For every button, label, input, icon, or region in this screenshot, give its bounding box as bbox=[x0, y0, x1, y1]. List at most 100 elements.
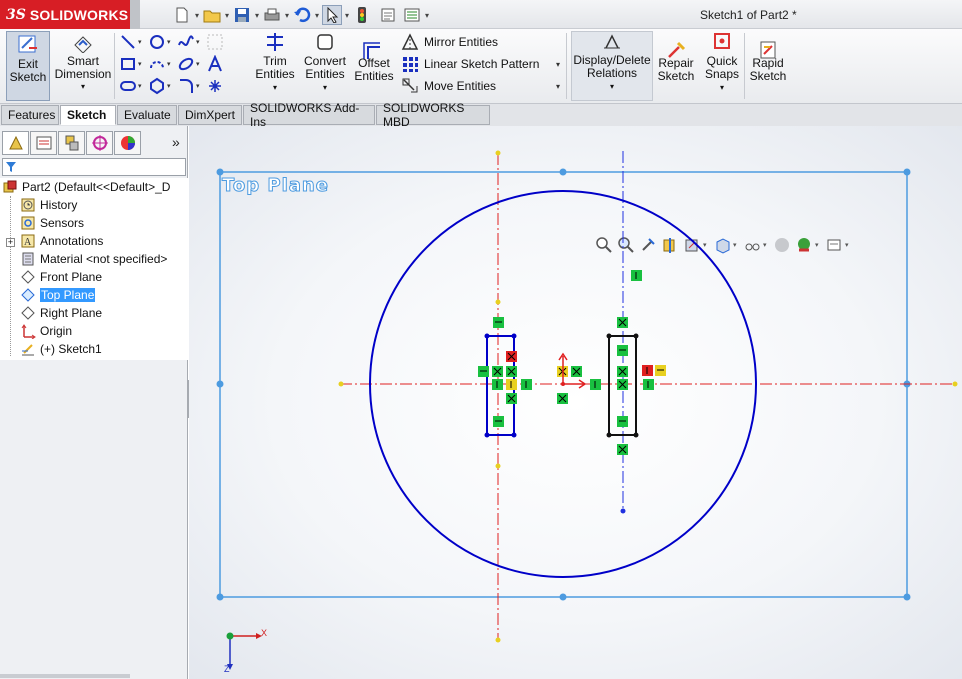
slot-dropdown-arrow[interactable]: ▾ bbox=[138, 82, 147, 90]
file-properties-icon[interactable] bbox=[378, 5, 398, 25]
trim-dropdown-arrow[interactable]: ▾ bbox=[273, 81, 277, 94]
print-icon[interactable] bbox=[262, 5, 282, 25]
ellipse-icon[interactable] bbox=[176, 54, 196, 74]
open-dropdown-arrow[interactable]: ▾ bbox=[222, 5, 232, 25]
smart-dimension-button[interactable]: Smart Dimension ▾ bbox=[54, 31, 112, 101]
offset-entities-button[interactable]: Offset Entities bbox=[352, 31, 396, 101]
hide-show-dropdown-arrow[interactable]: ▾ bbox=[763, 241, 771, 249]
tree-item-front-plane[interactable]: Front Plane bbox=[20, 268, 102, 286]
save-icon[interactable] bbox=[232, 5, 252, 25]
scene-dropdown-arrow[interactable]: ▾ bbox=[815, 241, 823, 249]
display-delete-relations-button[interactable]: Display/Delete Relations ▾ bbox=[571, 31, 653, 101]
quick-snaps-dropdown-arrow[interactable]: ▾ bbox=[720, 81, 724, 94]
feature-manager-icon[interactable] bbox=[2, 131, 29, 155]
convert-entities-button[interactable]: Convert Entities ▾ bbox=[302, 31, 348, 101]
rectangle-icon[interactable] bbox=[118, 54, 138, 74]
polygon-dropdown-arrow[interactable]: ▾ bbox=[167, 82, 176, 90]
display-manager-icon[interactable] bbox=[114, 131, 141, 155]
graphics-area[interactable]: ▾ ▾ ▾ ▾ ▾ bbox=[189, 126, 962, 679]
display-style-dropdown-arrow[interactable]: ▾ bbox=[733, 241, 741, 249]
dimxpert-manager-icon[interactable] bbox=[86, 131, 113, 155]
tree-filter-field[interactable] bbox=[2, 158, 186, 176]
circle-icon[interactable] bbox=[147, 32, 167, 52]
tree-item-origin[interactable]: Origin bbox=[20, 322, 72, 340]
tree-item-right-plane[interactable]: Right Plane bbox=[20, 304, 102, 322]
rebuild-traffic-light-icon[interactable] bbox=[352, 5, 372, 25]
spline-icon[interactable] bbox=[176, 32, 196, 52]
tab-dimxpert[interactable]: DimXpert bbox=[178, 105, 242, 125]
rapid-sketch-button[interactable]: Rapid Sketch bbox=[748, 31, 788, 101]
new-document-icon[interactable] bbox=[172, 5, 192, 25]
edit-appearance-icon[interactable] bbox=[771, 234, 793, 256]
svg-text:A: A bbox=[24, 237, 32, 248]
convert-dropdown-arrow[interactable]: ▾ bbox=[323, 81, 327, 94]
move-dropdown-arrow[interactable]: ▾ bbox=[556, 82, 560, 91]
tree-item-part[interactable]: Part2 (Default<<Default>_D bbox=[2, 178, 170, 196]
linear-sketch-pattern-button[interactable]: Linear Sketch Pattern bbox=[400, 54, 539, 74]
mirror-entities-button[interactable]: Mirror Entities bbox=[400, 32, 498, 52]
exit-sketch-button[interactable]: Exit Sketch bbox=[6, 31, 50, 101]
section-view-icon[interactable] bbox=[659, 234, 681, 256]
tab-solidworks-mbd[interactable]: SOLIDWORKS MBD bbox=[376, 101, 490, 129]
circle-dropdown-arrow[interactable]: ▾ bbox=[167, 38, 176, 46]
repair-sketch-button[interactable]: Repair Sketch bbox=[656, 31, 696, 101]
tab-sketch[interactable]: Sketch bbox=[60, 105, 116, 125]
trim-entities-button[interactable]: Trim Entities ▾ bbox=[252, 31, 298, 101]
open-folder-icon[interactable] bbox=[202, 5, 222, 25]
sketch-grid-icon[interactable] bbox=[205, 32, 225, 52]
select-arrow-icon[interactable] bbox=[322, 5, 342, 25]
smart-dimension-dropdown-arrow[interactable]: ▾ bbox=[81, 80, 85, 93]
rectangle-dropdown-arrow[interactable]: ▾ bbox=[138, 60, 147, 68]
tree-item-history[interactable]: History bbox=[20, 196, 77, 214]
tab-evaluate[interactable]: Evaluate bbox=[117, 105, 177, 125]
slot-icon[interactable] bbox=[118, 76, 138, 96]
polygon-icon[interactable] bbox=[147, 76, 167, 96]
previous-view-icon[interactable] bbox=[637, 234, 659, 256]
property-manager-icon[interactable] bbox=[30, 131, 57, 155]
text-tool-icon[interactable] bbox=[205, 54, 225, 74]
select-dropdown-arrow[interactable]: ▾ bbox=[342, 5, 352, 25]
annotations-expander[interactable]: + bbox=[6, 238, 15, 247]
panel-more-button[interactable]: » bbox=[172, 134, 180, 150]
move-entities-button[interactable]: Move Entities bbox=[400, 76, 496, 96]
pattern-dropdown-arrow[interactable]: ▾ bbox=[556, 60, 560, 69]
undo-dropdown-arrow[interactable]: ▾ bbox=[312, 5, 322, 25]
fillet-dropdown-arrow[interactable]: ▾ bbox=[196, 82, 205, 90]
ellipse-dropdown-arrow[interactable]: ▾ bbox=[196, 60, 205, 68]
view-orientation-icon[interactable] bbox=[711, 234, 733, 256]
options-icon[interactable] bbox=[402, 5, 422, 25]
zoom-to-area-icon[interactable] bbox=[615, 234, 637, 256]
tree-item-sensors[interactable]: Sensors bbox=[20, 214, 84, 232]
tab-features[interactable]: Features bbox=[1, 105, 59, 125]
point-icon[interactable] bbox=[205, 76, 225, 96]
tree-item-material[interactable]: Material <not specified> bbox=[20, 250, 167, 268]
print-dropdown-arrow[interactable]: ▾ bbox=[282, 5, 292, 25]
panel-scrollbar[interactable] bbox=[0, 674, 130, 678]
view-orientation-dropdown-arrow[interactable]: ▾ bbox=[703, 241, 711, 249]
tree-item-top-plane[interactable]: Top Plane bbox=[20, 286, 96, 304]
solidworks-logo[interactable]: 3S SOLIDWORKS bbox=[0, 0, 130, 29]
hide-show-items-icon[interactable] bbox=[741, 234, 763, 256]
line-dropdown-arrow[interactable]: ▾ bbox=[138, 38, 147, 46]
menu-expand-arrow[interactable] bbox=[130, 0, 140, 29]
options-dropdown-arrow[interactable]: ▾ bbox=[422, 5, 432, 25]
view-settings-icon[interactable] bbox=[823, 234, 845, 256]
apply-scene-icon[interactable] bbox=[793, 234, 815, 256]
arc-icon[interactable] bbox=[147, 54, 167, 74]
zoom-to-fit-icon[interactable] bbox=[593, 234, 615, 256]
save-dropdown-arrow[interactable]: ▾ bbox=[252, 5, 262, 25]
quick-snaps-button[interactable]: Quick Snaps ▾ bbox=[702, 31, 742, 101]
fillet-icon[interactable] bbox=[176, 76, 196, 96]
new-dropdown-arrow[interactable]: ▾ bbox=[192, 5, 202, 25]
configuration-manager-icon[interactable] bbox=[58, 131, 85, 155]
tab-solidworks-add-ins[interactable]: SOLIDWORKS Add-Ins bbox=[243, 101, 375, 129]
tree-item-sketch1[interactable]: (+) Sketch1 bbox=[20, 340, 102, 358]
undo-icon[interactable] bbox=[292, 5, 312, 25]
relations-dropdown-arrow[interactable]: ▾ bbox=[610, 80, 614, 93]
tree-item-annotations[interactable]: A Annotations bbox=[20, 232, 103, 250]
arc-dropdown-arrow[interactable]: ▾ bbox=[167, 60, 176, 68]
spline-dropdown-arrow[interactable]: ▾ bbox=[196, 38, 205, 46]
line-icon[interactable] bbox=[118, 32, 138, 52]
dynamic-annotation-icon[interactable] bbox=[681, 234, 703, 256]
view-settings-dropdown-arrow[interactable]: ▾ bbox=[845, 241, 853, 249]
